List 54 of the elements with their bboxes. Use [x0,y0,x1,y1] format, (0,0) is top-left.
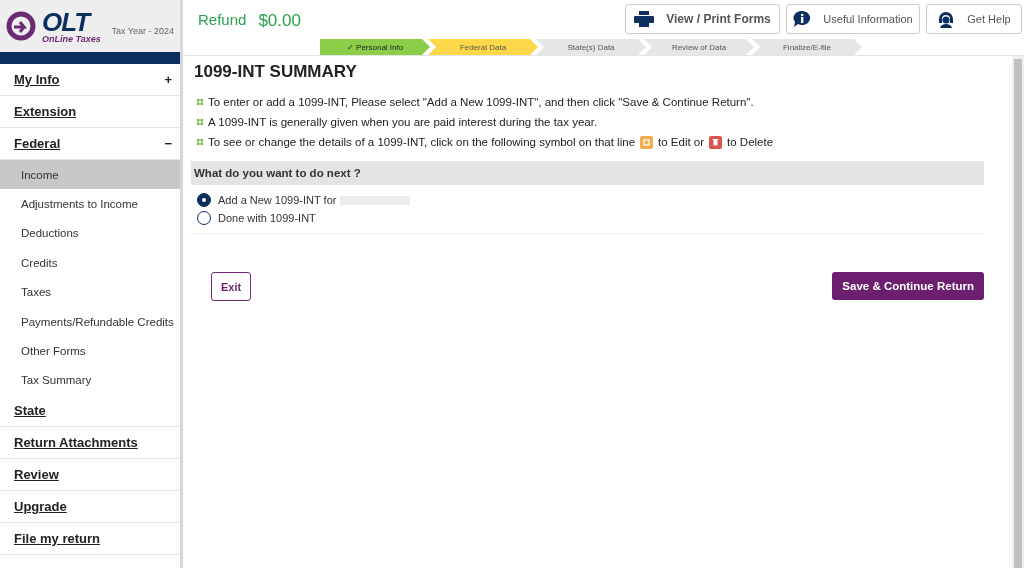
question-heading: What do you want to do next ? [191,161,984,185]
instruction-text: To enter or add a 1099-INT, Please select "Add a New 1099-INT", and then click "Save & Continue Return". [208,96,754,108]
option-label[interactable]: Done with 1099-INT [218,212,316,224]
sidebar-section-link[interactable]: Federal [14,136,61,151]
progress-step: ✓ Personal Info [320,39,430,55]
bullet-icon [197,139,203,145]
sidebar-section-link[interactable]: File my return [14,531,100,547]
sidebar-item[interactable]: Payments/Refundable Credits [0,306,180,337]
sidebar-section-link[interactable]: My Info [14,72,60,87]
bullet-icon [197,99,203,105]
scrollbar[interactable] [1012,56,1024,568]
radio-button[interactable] [197,193,211,207]
bullet-icon [197,119,203,125]
expand-toggle[interactable]: + [164,72,172,87]
printer-icon [634,11,655,27]
refund-label: Refund [198,11,247,28]
refund-amount: $0.00 [258,11,301,31]
sidebar-section-link[interactable]: Review [14,467,59,483]
instruction-text: To see or change the details of a 1099-INT, click on the following symbol on that line [208,136,636,148]
sidebar-item[interactable]: Other Forms [0,336,180,366]
progress-step: State(s) Data [536,39,646,55]
sidebar-item[interactable]: Deductions [0,218,180,249]
header-button[interactable]: Get Help [926,4,1022,34]
header-button[interactable]: Useful Information [786,4,920,34]
page-title: 1099-INT SUMMARY [194,62,358,82]
progress-step: Review of Data [644,39,754,55]
radio-button[interactable] [197,211,211,225]
sidebar-section-link[interactable]: State [14,403,46,419]
trash-icon [709,135,723,149]
logo-icon [6,11,36,41]
logo-name: OLT [42,8,92,35]
progress-step: Federal Data [428,39,538,55]
instruction-text: A 1099-INT is generally given when you are paid interest during the tax year. [208,116,598,128]
sidebar-section-link[interactable]: Upgrade [14,499,67,515]
option-label[interactable]: Add a New 1099-INT for [218,194,337,206]
expand-toggle[interactable]: − [164,136,172,151]
exit-button[interactable]: Exit [211,272,252,301]
progress-step: Finalize/E-file [752,39,862,55]
sidebar-item[interactable]: Credits [0,248,180,278]
sidebar-item[interactable]: Income [0,160,180,190]
support-agent-icon [937,10,956,28]
sidebar-item[interactable]: Taxes [0,277,180,307]
sidebar-item[interactable]: Tax Summary [0,365,180,396]
sidebar-section-link[interactable]: Extension [14,104,77,119]
logo-tagline: OnLine Taxes [42,34,101,44]
instruction-text: to Edit or [658,136,705,148]
save-continue-button[interactable]: Save & Continue Return [832,272,984,300]
edit-icon [640,135,654,149]
header-button[interactable]: View / Print Forms [625,4,780,34]
sidebar-section-link[interactable]: Return Attachments [14,435,138,451]
tax-year: Tax Year - 2024 [111,26,174,36]
info-icon [793,10,812,28]
instruction-text: to Delete [727,136,774,148]
sidebar-item[interactable]: Adjustments to Income [0,189,180,219]
